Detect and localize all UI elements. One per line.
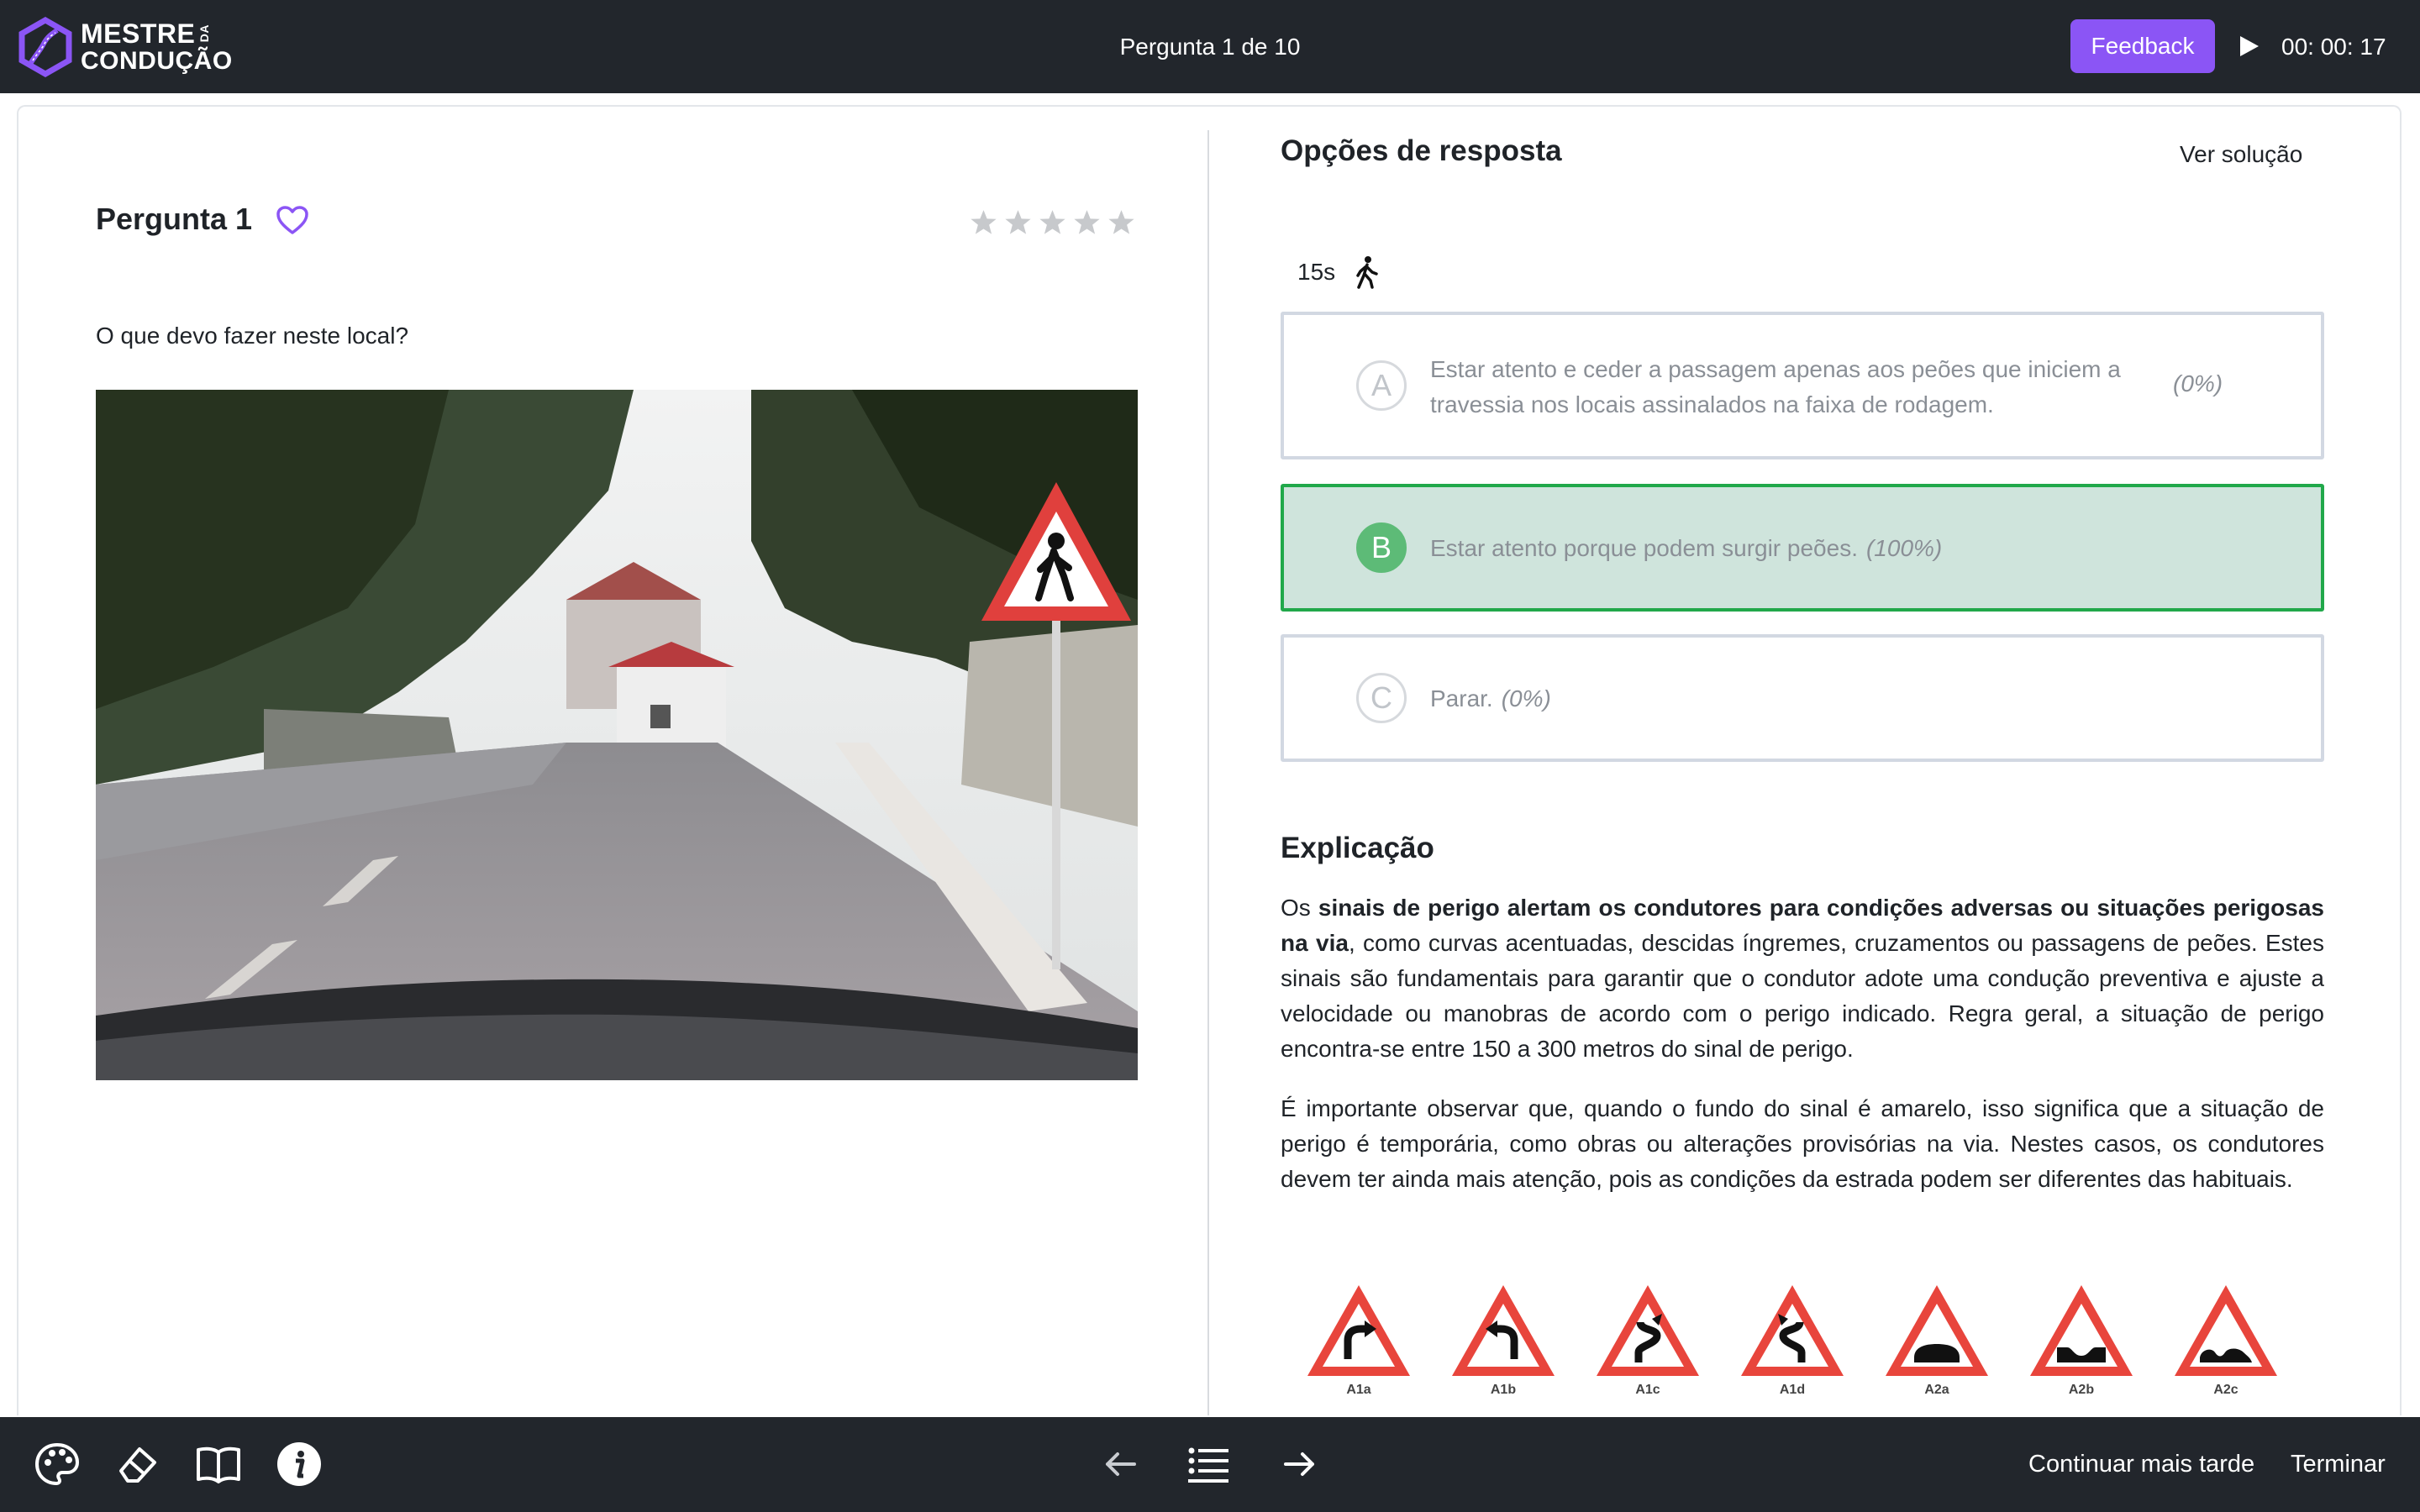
sign-code: A2c [2213,1383,2238,1397]
top-bar: MESTRE DA CONDUÇÃO Pergunta 1 de 10 Feedb… [0,0,2420,93]
sign-double-curve-right-icon [1597,1285,1699,1376]
sign-curve-right-icon [1307,1285,1410,1376]
play-icon[interactable] [2237,34,2260,59]
answers-section-title: Opções de resposta [1281,134,1562,167]
star-icon[interactable] [1039,208,1066,236]
star-icon[interactable] [1107,208,1135,236]
warning-sign: A2b [2027,1282,2136,1416]
logo-title: MESTRE [81,18,196,49]
warning-signs-row: A1a A1b A1c A1d A2a A2b A2c [1304,1282,2296,1416]
option-text: Estar atento e ceder a passagem apenas a… [1430,356,2121,417]
logo-subtitle: CONDUÇÃO [81,47,233,75]
sign-bump-icon [1886,1285,1988,1376]
continue-later-button[interactable]: Continuar mais tarde [2028,1417,2254,1512]
sign-code: A1c [1635,1383,1660,1397]
sign-double-curve-left-icon [1741,1285,1844,1376]
sign-code: A2a [1924,1383,1949,1397]
pedestrian-icon [1356,256,1378,289]
sign-code: A1b [1490,1383,1517,1397]
option-text: Parar. [1430,685,1493,711]
option-letter: B [1356,522,1407,573]
eraser-icon[interactable] [114,1441,161,1488]
favorite-heart-icon[interactable] [276,205,309,235]
sign-dip-icon [2030,1285,2133,1376]
option-letter: C [1356,673,1407,723]
warning-sign: A1d [1738,1282,1847,1416]
sign-uneven-road-icon [2175,1285,2277,1376]
answer-option-c[interactable]: C Parar. (0%) [1281,634,2324,762]
warning-sign: A1a [1304,1282,1413,1416]
explanation-paragraph-1: Os sinais de perigo alertam os condutore… [1281,890,2324,1067]
palette-icon[interactable] [34,1441,81,1488]
answer-option-a[interactable]: A Estar atento e ceder a passagem apenas… [1281,312,2324,459]
time-label: 15s [1297,259,1336,285]
option-percent: (100%) [1865,535,1943,561]
explanation-text: Os [1281,895,1318,921]
warning-sign: A1c [1593,1282,1702,1416]
logo[interactable]: MESTRE DA CONDUÇÃO [18,17,237,77]
explanation-title: Explicação [1281,832,1434,864]
question-image [96,390,1138,1080]
sign-curve-left-icon [1452,1285,1555,1376]
star-icon[interactable] [1073,208,1101,236]
star-icon[interactable] [1004,208,1032,236]
sign-code: A1a [1346,1383,1371,1397]
previous-arrow-icon[interactable] [1097,1441,1144,1488]
warning-sign: A2a [1882,1282,1991,1416]
rating-stars[interactable] [970,208,1135,236]
question-title: Pergunta 1 [96,202,253,236]
sign-code: A1d [1779,1383,1806,1397]
info-icon[interactable] [276,1441,323,1488]
explanation-text: , como curvas acentuadas, descidas íngre… [1281,930,2324,1062]
book-icon[interactable] [195,1441,242,1488]
time-indicator: 15s [1297,255,1379,289]
column-divider [1207,130,1209,1415]
answer-option-b[interactable]: B Estar atento porque podem surgir peões… [1281,484,2324,612]
option-text-row: Parar. (0%) [1430,681,1551,717]
bottom-bar: Continuar mais tarde Terminar [0,1417,2420,1512]
finish-button[interactable]: Terminar [2291,1417,2386,1512]
option-percent: (0%) [1501,685,1551,711]
see-solution-button[interactable]: Ver solução [2180,141,2302,168]
explanation-paragraph-2: É importante observar que, quando o fund… [1281,1095,2324,1192]
timer: 00: 00: 17 [2281,34,2386,60]
star-icon[interactable] [970,208,997,236]
option-letter: A [1356,360,1407,411]
question-counter: Pergunta 1 de 10 [1119,34,1301,60]
feedback-button[interactable]: Feedback [2070,19,2215,73]
sign-code: A2b [2068,1383,2095,1397]
logo-da: DA [197,24,212,43]
warning-sign: A2c [2171,1282,2281,1416]
question-text: O que devo fazer neste local? [96,323,409,349]
question-list-icon[interactable] [1185,1441,1232,1488]
option-text-row: Estar atento porque podem surgir peões. (… [1430,531,1942,566]
logo-hexagon-icon [18,17,72,77]
warning-sign: A1b [1449,1282,1558,1416]
option-percent: (0%) [2173,370,2223,396]
option-text: Estar atento porque podem surgir peões. [1430,535,1858,561]
next-arrow-icon[interactable] [1276,1441,1323,1488]
